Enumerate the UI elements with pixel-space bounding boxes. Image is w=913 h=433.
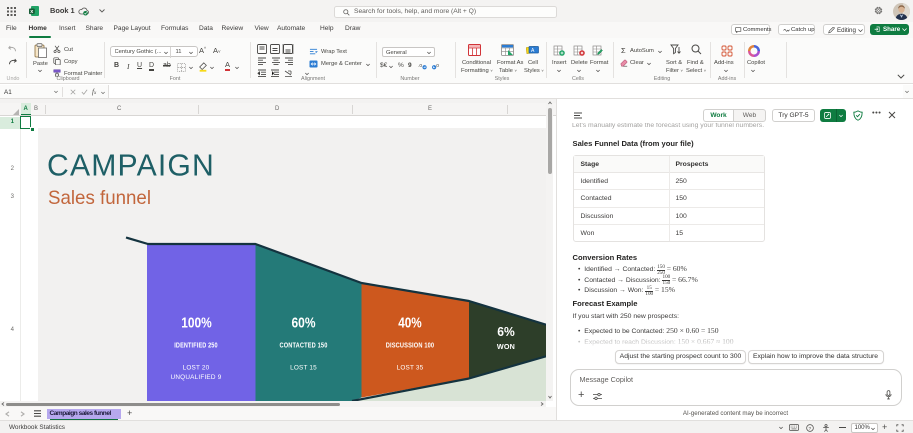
svg-text:LOST 35: LOST 35 [397,365,424,372]
svg-text:LOST 15: LOST 15 [290,365,317,372]
svg-text:40%: 40% [398,316,422,332]
svg-text:IDENTIFIED 250: IDENTIFIED 250 [174,341,218,350]
svg-text:.0: .0 [418,63,422,69]
svg-text:CAMPAIGN: CAMPAIGN [47,148,215,183]
svg-text:x: x [30,9,33,15]
svg-text:6%: 6% [497,324,515,339]
svg-text:?: ? [809,425,812,431]
svg-text:UNQUALIFIED 9: UNQUALIFIED 9 [171,374,222,381]
svg-text:DISCUSSION 100: DISCUSSION 100 [386,341,435,350]
svg-text:100%: 100% [181,316,212,332]
svg-text:CONTACTED 150: CONTACTED 150 [280,341,328,350]
svg-text:60%: 60% [292,316,316,332]
svg-text:LOST 20: LOST 20 [183,365,210,372]
svg-text:Sales funnel: Sales funnel [48,187,151,209]
svg-text:WON: WON [497,342,515,351]
